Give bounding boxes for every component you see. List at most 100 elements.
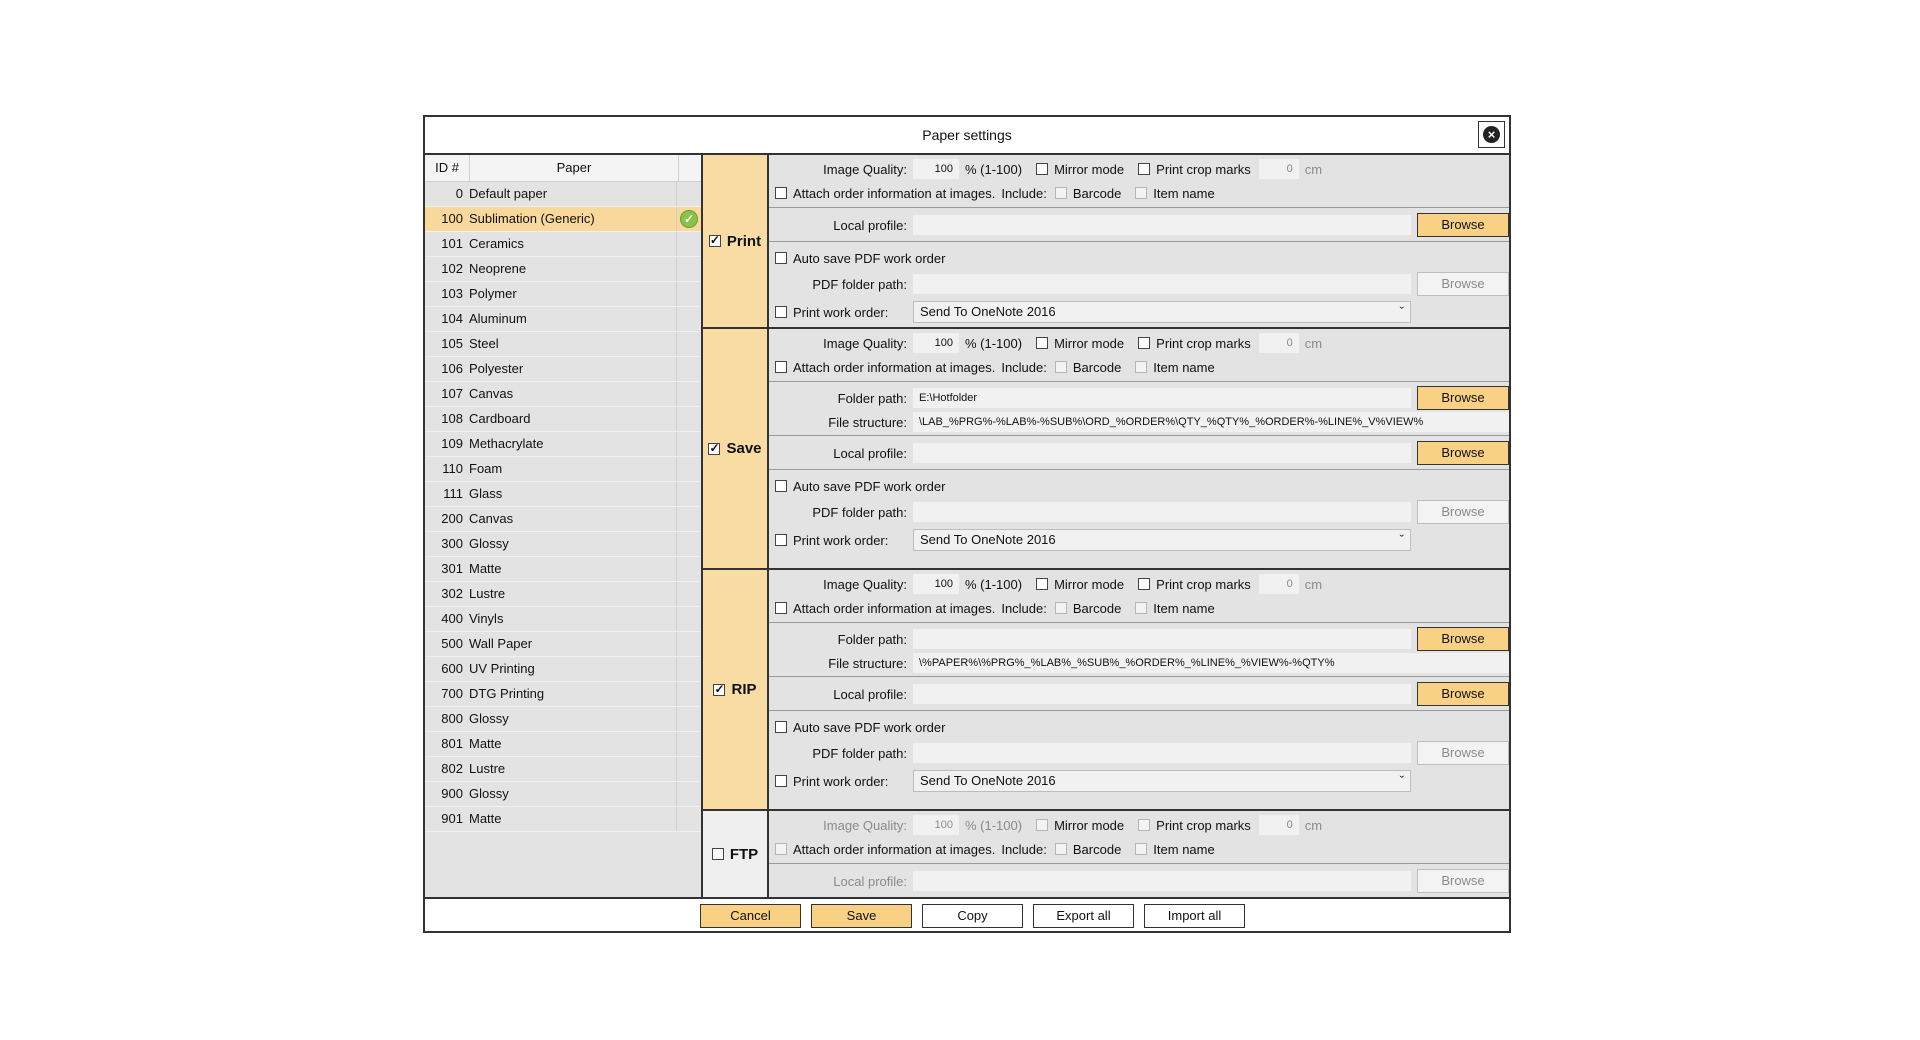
folder-path-browse-button[interactable]: Browse bbox=[1417, 386, 1509, 410]
local-profile-browse-button[interactable]: Browse bbox=[1417, 213, 1509, 237]
print-work-order-checkbox[interactable] bbox=[775, 534, 787, 546]
paper-row[interactable]: 302 Lustre bbox=[425, 582, 701, 607]
image-quality-input[interactable]: 100 bbox=[913, 574, 959, 594]
close-button[interactable]: × bbox=[1478, 121, 1505, 148]
item-name-checkbox[interactable] bbox=[1135, 187, 1148, 199]
crop-marks-input[interactable]: 0 bbox=[1258, 574, 1299, 594]
crop-marks-input[interactable]: 0 bbox=[1258, 333, 1299, 353]
paper-row[interactable]: 100 Sublimation (Generic) ✓ bbox=[425, 207, 701, 232]
auto-save-pdf-checkbox[interactable] bbox=[775, 480, 787, 492]
paper-row[interactable]: 106 Polyester bbox=[425, 357, 701, 382]
print-work-order-checkbox[interactable] bbox=[775, 775, 787, 787]
paper-row[interactable]: 400 Vinyls bbox=[425, 607, 701, 632]
paper-row[interactable]: 110 Foam bbox=[425, 457, 701, 482]
item-name-checkbox[interactable] bbox=[1135, 361, 1148, 373]
paper-row[interactable]: 800 Glossy bbox=[425, 707, 701, 732]
paper-row[interactable]: 101 Ceramics bbox=[425, 232, 701, 257]
image-quality-input[interactable]: 100 bbox=[913, 159, 959, 179]
paper-row[interactable]: 102 Neoprene bbox=[425, 257, 701, 282]
ftp-enabled-checkbox[interactable] bbox=[711, 848, 724, 860]
cancel-button[interactable]: Cancel bbox=[700, 904, 801, 928]
rip-section-toggle[interactable]: RIP bbox=[703, 570, 769, 809]
paper-row[interactable]: 300 Glossy bbox=[425, 532, 701, 557]
barcode-checkbox[interactable] bbox=[1054, 602, 1067, 614]
paper-list: ID # Paper 0 Default paper 100 Sublimation … bbox=[425, 153, 703, 897]
item-name-checkbox[interactable] bbox=[1135, 602, 1148, 614]
local-profile-input[interactable] bbox=[913, 215, 1411, 235]
paper-row[interactable]: 801 Matte bbox=[425, 732, 701, 757]
import-all-button[interactable]: Import all bbox=[1144, 904, 1245, 928]
copy-button[interactable]: Copy bbox=[922, 904, 1023, 928]
save-enabled-checkbox[interactable] bbox=[708, 441, 721, 455]
paper-row[interactable]: 109 Methacrylate bbox=[425, 432, 701, 457]
save-section-toggle[interactable]: Save bbox=[703, 329, 769, 568]
folder-path-input[interactable]: E:\Hotfolder bbox=[913, 388, 1411, 408]
local-profile-input[interactable] bbox=[913, 684, 1411, 704]
attach-info-checkbox[interactable] bbox=[775, 187, 787, 199]
mirror-mode-checkbox[interactable] bbox=[1036, 163, 1049, 175]
attach-info-checkbox[interactable] bbox=[775, 602, 787, 614]
paper-row[interactable]: 103 Polymer bbox=[425, 282, 701, 307]
rip-enabled-checkbox[interactable] bbox=[713, 682, 726, 696]
column-header-paper[interactable]: Paper bbox=[470, 155, 679, 181]
print-section-toggle[interactable]: Print bbox=[703, 155, 769, 327]
local-profile-browse-button[interactable]: Browse bbox=[1417, 441, 1509, 465]
image-quality-input[interactable]: 100 bbox=[913, 815, 959, 835]
paper-row[interactable]: 802 Lustre bbox=[425, 757, 701, 782]
paper-row[interactable]: 900 Glossy bbox=[425, 782, 701, 807]
print-crop-marks-checkbox[interactable] bbox=[1138, 578, 1151, 590]
local-profile-input[interactable] bbox=[913, 443, 1411, 463]
barcode-checkbox[interactable] bbox=[1054, 361, 1067, 373]
barcode-checkbox[interactable] bbox=[1054, 187, 1067, 199]
column-header-id[interactable]: ID # bbox=[425, 155, 470, 181]
item-name-checkbox[interactable] bbox=[1135, 843, 1148, 855]
folder-path-browse-button[interactable]: Browse bbox=[1417, 627, 1509, 651]
pdf-folder-browse-button[interactable]: Browse bbox=[1417, 741, 1509, 765]
print-work-order-checkbox[interactable] bbox=[775, 306, 787, 318]
attach-info-checkbox[interactable] bbox=[775, 361, 787, 373]
ftp-section-toggle[interactable]: FTP bbox=[703, 811, 769, 897]
print-crop-marks-checkbox[interactable] bbox=[1138, 337, 1151, 349]
mirror-mode-checkbox[interactable] bbox=[1036, 337, 1049, 349]
crop-marks-input[interactable]: 0 bbox=[1258, 159, 1299, 179]
paper-row[interactable]: 105 Steel bbox=[425, 332, 701, 357]
attach-info-checkbox[interactable] bbox=[775, 843, 787, 855]
print-crop-marks-checkbox[interactable] bbox=[1138, 819, 1151, 831]
paper-row[interactable]: 107 Canvas bbox=[425, 382, 701, 407]
paper-row[interactable]: 104 Aluminum bbox=[425, 307, 701, 332]
pdf-folder-browse-button[interactable]: Browse bbox=[1417, 500, 1509, 524]
paper-row[interactable]: 108 Cardboard bbox=[425, 407, 701, 432]
paper-row[interactable]: 0 Default paper bbox=[425, 182, 701, 207]
work-order-select[interactable]: Send To OneNote 2016 ˇ bbox=[913, 301, 1411, 323]
pdf-folder-path-input[interactable] bbox=[913, 274, 1411, 294]
pdf-folder-browse-button[interactable]: Browse bbox=[1417, 272, 1509, 296]
file-structure-input[interactable]: \LAB_%PRG%-%LAB%-%SUB%\ORD_%ORDER%\QTY_%… bbox=[913, 412, 1509, 432]
auto-save-pdf-checkbox[interactable] bbox=[775, 721, 787, 733]
crop-marks-input[interactable]: 0 bbox=[1258, 815, 1299, 835]
file-structure-input[interactable]: \%PAPER%\%PRG%_%LAB%_%SUB%_%ORDER%_%LINE… bbox=[913, 653, 1509, 673]
folder-path-input[interactable] bbox=[913, 629, 1411, 649]
export-all-button[interactable]: Export all bbox=[1033, 904, 1134, 928]
print-enabled-checkbox[interactable] bbox=[708, 233, 721, 247]
paper-row[interactable]: 111 Glass bbox=[425, 482, 701, 507]
print-crop-marks-checkbox[interactable] bbox=[1138, 163, 1151, 175]
paper-row[interactable]: 700 DTG Printing bbox=[425, 682, 701, 707]
pdf-folder-path-input[interactable] bbox=[913, 502, 1411, 522]
local-profile-browse-button[interactable]: Browse bbox=[1417, 869, 1509, 893]
local-profile-input[interactable] bbox=[913, 871, 1411, 891]
paper-row[interactable]: 301 Matte bbox=[425, 557, 701, 582]
paper-row[interactable]: 200 Canvas bbox=[425, 507, 701, 532]
mirror-mode-checkbox[interactable] bbox=[1036, 819, 1049, 831]
mirror-mode-checkbox[interactable] bbox=[1036, 578, 1049, 590]
image-quality-input[interactable]: 100 bbox=[913, 333, 959, 353]
auto-save-pdf-checkbox[interactable] bbox=[775, 252, 787, 264]
paper-row[interactable]: 901 Matte bbox=[425, 807, 701, 832]
local-profile-browse-button[interactable]: Browse bbox=[1417, 682, 1509, 706]
barcode-checkbox[interactable] bbox=[1054, 843, 1067, 855]
paper-row[interactable]: 600 UV Printing bbox=[425, 657, 701, 682]
save-button[interactable]: Save bbox=[811, 904, 912, 928]
work-order-select[interactable]: Send To OneNote 2016 ˇ bbox=[913, 770, 1411, 792]
work-order-select[interactable]: Send To OneNote 2016 ˇ bbox=[913, 529, 1411, 551]
paper-row[interactable]: 500 Wall Paper bbox=[425, 632, 701, 657]
pdf-folder-path-input[interactable] bbox=[913, 743, 1411, 763]
